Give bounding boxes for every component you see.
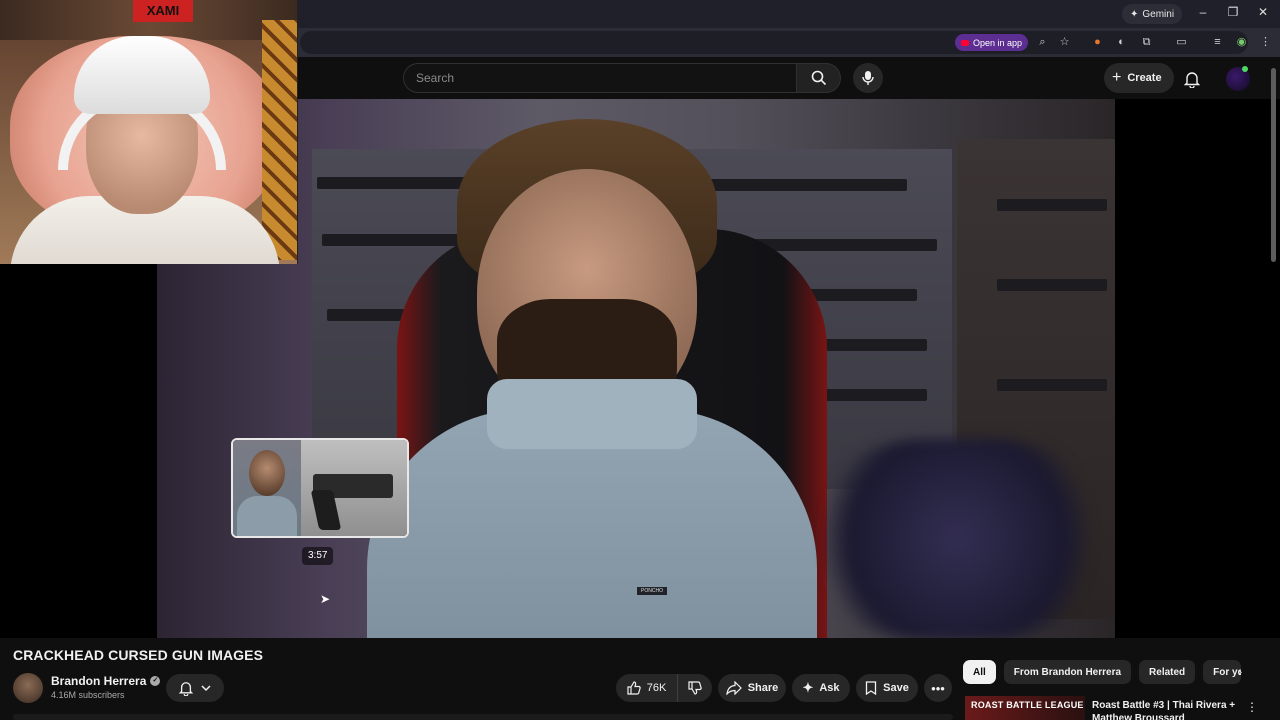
save-label: Save [883,682,909,694]
cast-icon[interactable]: ▭ [1174,35,1189,50]
more-actions-button[interactable]: ••• [924,674,952,702]
sparkle-icon: ✦ [802,680,814,695]
search-box[interactable] [403,63,797,93]
screen: ✦ Gemini – ❐ ✕ Open in app ⌕ ☆ ● ◐ ⧉ ▭ ≡… [0,0,1280,720]
description-box-edge [13,714,953,720]
rifle-shape [997,279,1107,291]
notifications-button[interactable] [1180,67,1204,91]
chip-from-channel[interactable]: From Brandon Herrera [1003,660,1132,684]
like-count: 76K [646,682,667,694]
extension-icon[interactable]: ◐ [1114,35,1129,50]
thumbs-up-icon [627,681,641,695]
share-label: Share [747,682,779,694]
subscriber-count: 4.16M subscribers [51,690,125,700]
channel-name[interactable]: Brandon Herrera [51,674,146,688]
minimize-button[interactable]: – [1193,5,1213,19]
microphone-icon [862,71,874,85]
channel-name-row[interactable]: Brandon Herrera ✓ [51,674,161,688]
sparkle-icon: ✦ [1130,8,1139,20]
open-in-app-label: Open in app [973,37,1023,48]
preview-thumb-left [233,440,301,536]
share-icon [725,681,742,695]
mouse-cursor-icon: ➤ [320,592,331,606]
blurred-object [807,439,1107,638]
preview-body [237,496,297,536]
video-frame: PONCHO [157,99,1115,638]
voice-search-button[interactable] [853,63,883,93]
preview-thumb-right [301,440,407,536]
collar [487,379,697,449]
live-badge [1242,66,1248,72]
close-window-button[interactable]: ✕ [1253,5,1273,19]
recommended-video-thumbnail[interactable]: ROAST BATTLE LEAGUE [965,696,1085,720]
save-button[interactable]: Save [856,674,918,702]
page-scrollbar[interactable] [1271,68,1276,262]
related-filter-chips: All From Brandon Herrera Related For yo [963,660,1242,684]
giraffe-plush [262,20,297,260]
search-icon [811,70,826,86]
plus-icon: + [1112,69,1122,86]
gemini-label: Gemini [1142,8,1175,20]
rifle-shape [997,199,1107,211]
browser-menu-icon[interactable]: ⋮ [1258,35,1273,50]
video-title: CRACKHEAD CURSED GUN IMAGES [13,647,264,663]
notification-settings-button[interactable] [166,674,224,702]
like-dislike-group: 76K [616,674,712,702]
zoom-icon[interactable]: ⌕ [1035,35,1050,50]
preview-timestamp: 3:57 [302,547,334,565]
share-button[interactable]: Share [718,674,786,702]
chevron-down-icon [201,685,211,692]
restore-button[interactable]: ❐ [1223,5,1243,19]
recommended-video-title[interactable]: Roast Battle #3 | Thai Rivera + Matthew … [1092,699,1242,720]
shirt-label: PONCHO [637,587,667,595]
youtube-logo-icon [961,39,969,46]
more-horizontal-icon: ••• [931,680,945,696]
search-button[interactable] [796,63,841,93]
open-in-app-button[interactable]: Open in app [955,34,1029,51]
channel-avatar[interactable] [13,673,43,703]
chip-related[interactable]: Related [1139,660,1196,684]
webcam-overlay: XAMI [0,0,298,264]
wall-sign: XAMI [133,0,193,22]
bell-icon [1184,72,1200,88]
create-button[interactable]: + Create [1104,63,1174,93]
address-bar[interactable] [300,31,1248,54]
gemini-button[interactable]: ✦ Gemini [1122,4,1183,24]
dislike-button[interactable] [678,674,712,702]
bookmark-icon [865,681,877,695]
verified-check-icon: ✓ [150,676,161,686]
puzzle-icon[interactable]: ⧉ [1139,35,1154,50]
search-input[interactable] [416,71,776,85]
chip-all[interactable]: All [963,660,996,684]
ask-label: Ask [819,682,840,694]
like-button[interactable]: 76K [616,674,678,702]
rifle-shape [697,179,907,191]
bell-icon [179,682,193,696]
thumbnail-text: ROAST BATTLE LEAGUE [971,700,1084,710]
chevron-right-icon[interactable]: › [1230,662,1250,682]
preview-face [249,450,285,496]
ask-button[interactable]: ✦ Ask [792,674,850,702]
account-avatar[interactable] [1226,66,1250,91]
rifle-shape [322,234,462,246]
rifle-shape [317,177,467,189]
extension-icon[interactable]: ● [1090,35,1105,50]
seek-preview-thumbnail [231,438,409,538]
rifle-shape [997,379,1107,391]
thumbs-down-icon [688,681,702,695]
more-vertical-icon[interactable]: ⋮ [1246,700,1258,714]
bookmark-star-icon[interactable]: ☆ [1057,35,1072,50]
profile-icon[interactable]: ◉ [1234,35,1249,50]
create-label: Create [1127,72,1162,84]
reading-list-icon[interactable]: ≡ [1210,35,1225,50]
